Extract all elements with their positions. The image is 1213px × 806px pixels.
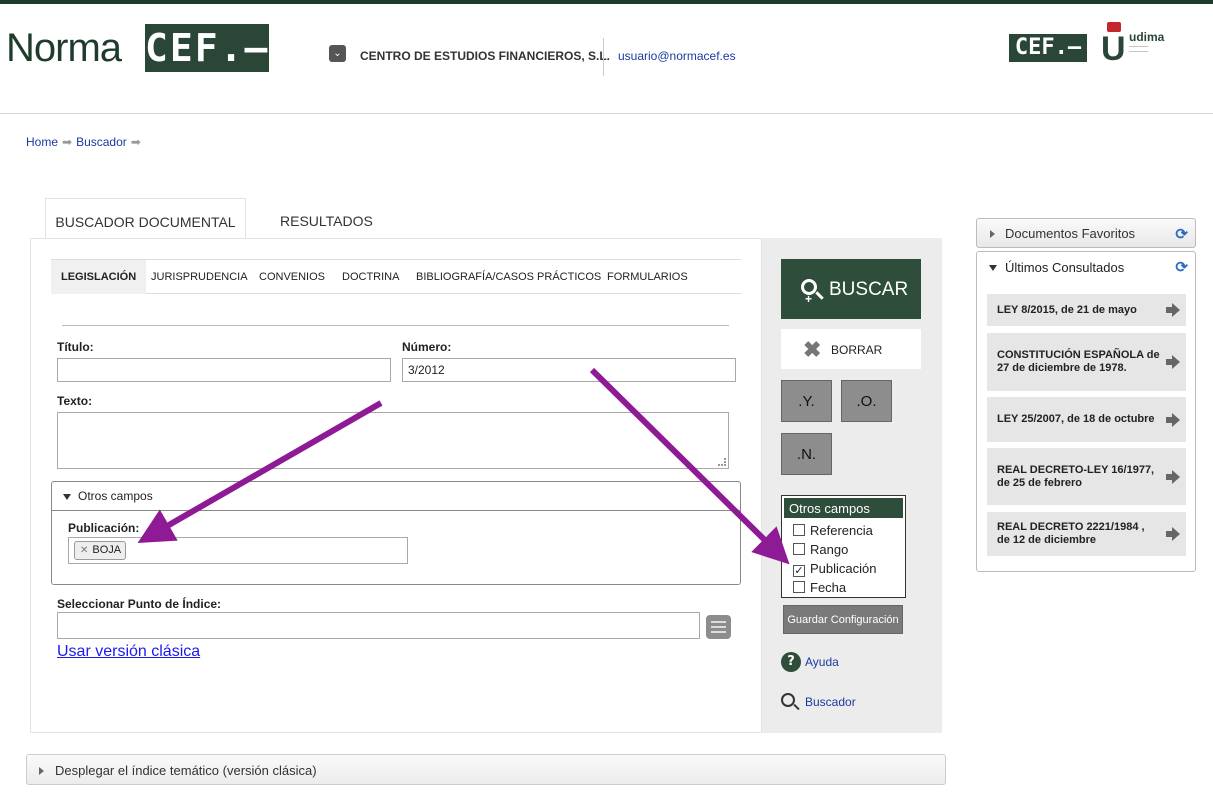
- breadcrumb-home[interactable]: Home: [26, 135, 58, 149]
- expand-triangle-icon: [39, 767, 44, 775]
- refresh-icon[interactable]: ⟳: [1175, 225, 1188, 243]
- list-icon[interactable]: [706, 615, 731, 639]
- ayuda-link[interactable]: Ayuda: [805, 655, 839, 669]
- collapse-triangle-icon: [989, 265, 997, 271]
- documentos-favoritos-toggle[interactable]: Documentos Favoritos ⟳: [976, 218, 1196, 248]
- company-dropdown-icon[interactable]: ⌄: [329, 45, 346, 62]
- ultimos-consultados-toggle[interactable]: Últimos Consultados ⟳: [977, 252, 1195, 284]
- breadcrumb-arrow-icon: ➡: [62, 135, 73, 149]
- indice-tematico-label: Desplegar el índice temático (versión cl…: [55, 763, 317, 778]
- subtab-formularios[interactable]: FORMULARIOS: [607, 271, 688, 283]
- checkbox-publicacion[interactable]: ✓ Publicación: [793, 561, 877, 577]
- help-icon[interactable]: ?: [781, 652, 801, 672]
- sub-tabs: LEGISLACIÓN JURISPRUDENCIA CONVENIOS DOC…: [51, 259, 741, 294]
- header: Norma CEF.– ⌄ CENTRO DE ESTUDIOS FINANCI…: [0, 4, 1213, 114]
- ultimos-label: Últimos Consultados: [1005, 260, 1125, 275]
- breadcrumb-buscador[interactable]: Buscador: [76, 135, 127, 149]
- recent-doc-item[interactable]: REAL DECRETO-LEY 16/1977, de 25 de febre…: [987, 448, 1186, 505]
- cef-logo[interactable]: CEF.–: [145, 24, 269, 72]
- operator-o-button[interactable]: .O.: [841, 380, 892, 422]
- texto-label: Texto:: [57, 394, 93, 408]
- subtab-doctrina[interactable]: DOCTRINA: [342, 271, 399, 283]
- subtab-legislacion[interactable]: LEGISLACIÓN: [51, 260, 147, 294]
- numero-label: Número:: [402, 340, 452, 354]
- otros-campos-section: Otros campos: [51, 481, 741, 585]
- usar-version-clasica-link[interactable]: Usar versión clásica: [57, 643, 200, 661]
- favoritos-label: Documentos Favoritos: [1005, 226, 1136, 241]
- udima-logo[interactable]: U udima ──────── ────────: [1099, 22, 1179, 68]
- otros-campos-title: Otros campos: [78, 489, 153, 503]
- borrar-button[interactable]: ✖ BORRAR: [781, 329, 921, 369]
- close-icon: ✖: [803, 337, 822, 362]
- otros-campos-toggle[interactable]: Otros campos: [52, 482, 740, 511]
- operator-n-button[interactable]: .N.: [781, 433, 832, 475]
- ultimos-consultados-panel: Últimos Consultados ⟳ LEY 8/2015, de 21 …: [976, 251, 1196, 572]
- checkbox-icon[interactable]: [793, 543, 805, 555]
- buscar-label: BUSCAR: [829, 279, 909, 300]
- arrow-right-icon: [1166, 355, 1180, 369]
- company-name: CENTRO DE ESTUDIOS FINANCIEROS, S.L.: [360, 49, 611, 63]
- arrow-right-icon: [1166, 469, 1180, 484]
- publicacion-tag-label: BOJA: [92, 544, 122, 556]
- numero-input[interactable]: 3/2012: [402, 358, 736, 382]
- cef-logo-small[interactable]: CEF.–: [1009, 34, 1087, 62]
- checkbox-icon[interactable]: [793, 524, 805, 536]
- otros-campos-config: Otros campos Referencia Rango ✓ Publicaci…: [781, 495, 906, 598]
- resize-handle-icon[interactable]: [718, 458, 726, 466]
- recent-doc-item[interactable]: LEY 25/2007, de 18 de octubre: [987, 397, 1186, 442]
- buscador-link[interactable]: Buscador: [805, 695, 856, 709]
- publicacion-label: Publicación:: [68, 521, 140, 535]
- arrow-right-icon: [1166, 412, 1180, 427]
- titulo-input[interactable]: [57, 358, 391, 382]
- header-divider: [603, 38, 604, 76]
- expand-triangle-icon: [990, 230, 995, 238]
- otros-campos-config-title: Otros campos: [784, 498, 903, 518]
- checkbox-checked-icon[interactable]: ✓: [793, 565, 805, 577]
- arrow-right-icon: [1166, 527, 1180, 541]
- recent-doc-item[interactable]: LEY 8/2015, de 21 de mayo: [987, 294, 1186, 326]
- tab-buscador-documental[interactable]: BUSCADOR DOCUMENTAL: [45, 198, 246, 240]
- operator-y-button[interactable]: .Y.: [781, 380, 832, 422]
- norma-logo[interactable]: Norma: [6, 26, 122, 71]
- checkbox-referencia[interactable]: Referencia: [793, 523, 873, 538]
- texto-textarea[interactable]: [57, 412, 729, 469]
- recent-doc-item[interactable]: REAL DECRETO 2221/1984 , de 12 de diciem…: [987, 512, 1186, 556]
- arrow-right-icon: [1166, 303, 1180, 317]
- remove-tag-icon[interactable]: ✕: [80, 545, 88, 556]
- subtab-convenios[interactable]: CONVENIOS: [259, 271, 325, 283]
- indice-input[interactable]: [57, 612, 700, 639]
- guardar-configuracion-button[interactable]: Guardar Configuración: [783, 605, 903, 634]
- borrar-label: BORRAR: [831, 343, 883, 357]
- checkbox-rango[interactable]: Rango: [793, 542, 848, 557]
- buscar-button[interactable]: BUSCAR: [781, 259, 921, 330]
- tab-resultados[interactable]: RESULTADOS: [280, 213, 373, 229]
- checkbox-icon[interactable]: [793, 581, 805, 593]
- recent-doc-item[interactable]: CONSTITUCIÓN ESPAÑOLA de 27 de diciembre…: [987, 333, 1186, 391]
- indice-label: Seleccionar Punto de Índice:: [57, 597, 222, 611]
- titulo-label: Título:: [57, 340, 94, 354]
- collapse-triangle-icon: [63, 494, 71, 500]
- subtab-jurisprudencia[interactable]: JURISPRUDENCIA: [151, 271, 248, 283]
- breadcrumb: Home ➡ Buscador ➡: [26, 135, 145, 149]
- divider: [62, 325, 729, 326]
- zoom-in-icon: [801, 268, 817, 330]
- search-icon[interactable]: [781, 693, 795, 707]
- checkbox-fecha[interactable]: Fecha: [793, 580, 846, 595]
- publicacion-tag[interactable]: ✕ BOJA: [74, 541, 127, 560]
- indice-tematico-toggle[interactable]: Desplegar el índice temático (versión cl…: [26, 754, 946, 785]
- subtab-bibliografia[interactable]: BIBLIOGRAFÍA/CASOS PRÁCTICOS: [416, 271, 601, 283]
- breadcrumb-arrow-icon: ➡: [130, 135, 141, 149]
- user-email[interactable]: usuario@normacef.es: [618, 49, 736, 63]
- refresh-icon[interactable]: ⟳: [1175, 258, 1188, 276]
